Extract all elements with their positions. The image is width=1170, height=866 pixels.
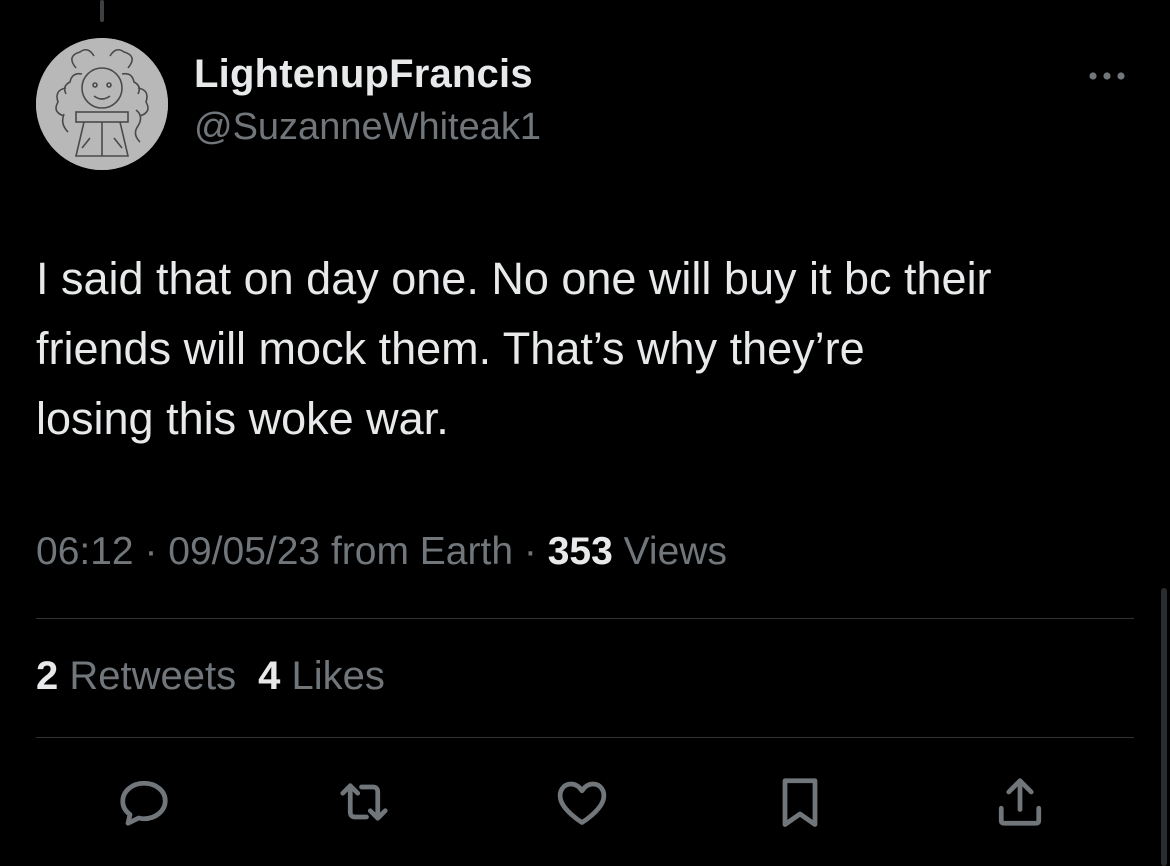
- tweet-source: from Earth: [330, 530, 514, 573]
- tweet-time[interactable]: 06:12: [36, 530, 134, 573]
- share-button[interactable]: [988, 770, 1052, 834]
- tweet-date[interactable]: 09/05/23: [168, 530, 320, 573]
- likes-stat[interactable]: 4 Likes: [258, 654, 385, 698]
- divider: [36, 737, 1134, 738]
- engagement-stats: 2 Retweets 4 Likes: [36, 654, 385, 699]
- retweets-count: 2: [36, 654, 59, 698]
- heart-icon: [557, 781, 607, 825]
- divider: [36, 618, 1134, 619]
- scrollbar[interactable]: [1161, 588, 1167, 866]
- views-count: 353: [547, 530, 613, 573]
- tweet-metadata: 06:12 · 09/05/23 from Earth · 353 Views: [36, 530, 727, 574]
- more-options-button[interactable]: [1082, 60, 1132, 92]
- tweet-text-line: I said that on day one. No one will buy …: [36, 253, 992, 304]
- bookmark-icon: [782, 778, 818, 827]
- tweet-text: I said that on day one. No one will buy …: [36, 244, 1146, 454]
- meta-separator: ·: [523, 530, 537, 573]
- views-label: Views: [623, 530, 727, 573]
- retweet-button[interactable]: [332, 770, 396, 834]
- tweet-text-line: losing this woke war.: [36, 393, 449, 444]
- retweets-stat[interactable]: 2 Retweets: [36, 654, 236, 698]
- likes-count: 4: [258, 654, 281, 698]
- reply-button[interactable]: [112, 770, 176, 834]
- user-handle[interactable]: @SuzanneWhiteak1: [194, 106, 541, 149]
- more-dots-icon: [1089, 72, 1125, 80]
- avatar[interactable]: [36, 38, 168, 170]
- sketch-avatar-icon: [36, 38, 168, 170]
- retweet-icon: [340, 783, 388, 821]
- tweet-detail-page: LightenupFrancis @SuzanneWhiteak1 I said…: [0, 0, 1170, 866]
- meta-separator: ·: [144, 530, 158, 573]
- tweet-text-line: friends will mock them. That’s why they’…: [36, 323, 865, 374]
- reply-icon: [120, 780, 168, 826]
- display-name[interactable]: LightenupFrancis: [194, 52, 533, 97]
- retweets-label: Retweets: [69, 654, 237, 698]
- thread-connector-line: [100, 0, 104, 22]
- share-icon: [998, 778, 1042, 826]
- like-button[interactable]: [550, 770, 614, 834]
- likes-label: Likes: [291, 654, 385, 698]
- bookmark-button[interactable]: [768, 770, 832, 834]
